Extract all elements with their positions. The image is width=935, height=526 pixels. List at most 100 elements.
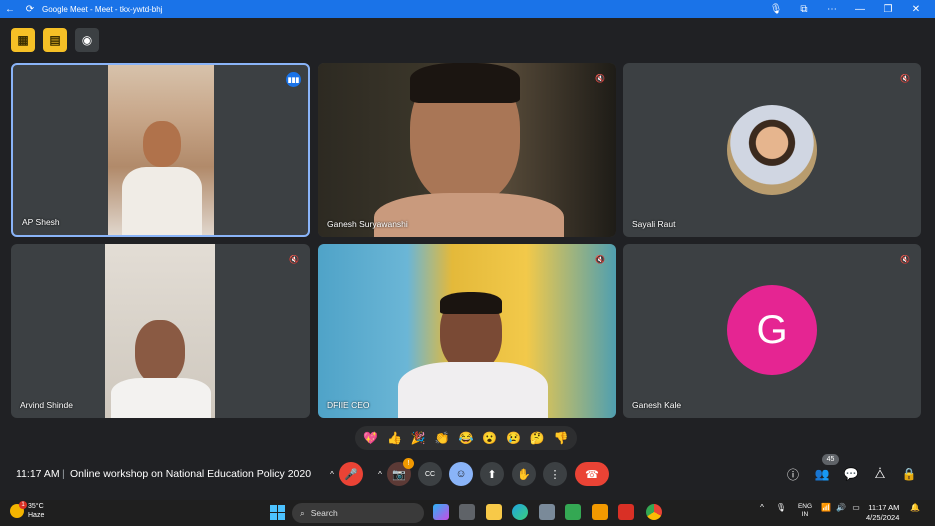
tray-overflow-icon[interactable]: ^ xyxy=(756,503,768,512)
host-controls-button[interactable]: 🔒 xyxy=(901,466,917,482)
audio-options-chevron[interactable]: ^ xyxy=(326,462,338,486)
camera-warning-badge: ! xyxy=(403,458,414,469)
mute-icon: 🔇 xyxy=(289,254,299,264)
weather-badge: 1 xyxy=(19,501,27,509)
participant-video xyxy=(318,244,616,418)
captions-button[interactable]: CC xyxy=(418,462,442,486)
reaction-thumbs-up-button[interactable]: 👍 xyxy=(384,431,406,445)
present-button[interactable]: ⬆ xyxy=(480,462,504,486)
participant-name: Sayali Raut xyxy=(632,219,676,229)
meeting-time: 11:17 AM xyxy=(16,468,60,480)
weather-text: Haze xyxy=(28,512,45,519)
volume-icon[interactable]: 🔊 xyxy=(835,503,847,512)
tool1-icon: ▦ xyxy=(17,33,29,47)
participant-tile-sayali-raut[interactable]: 🔇 Sayali Raut xyxy=(623,63,921,237)
taskbar-clock[interactable]: 11:17 AM 4/25/2024 xyxy=(866,503,899,523)
video-options-chevron[interactable]: ^ xyxy=(374,462,386,486)
mute-icon: 🔇 xyxy=(900,73,910,83)
eye-icon: ◉ xyxy=(81,33,93,47)
eye-button[interactable]: ◉ xyxy=(75,28,99,52)
tool2-button[interactable]: ▤ xyxy=(43,28,67,52)
participant-tile-ganesh-suryawanshi[interactable]: 🔇 Ganesh Suryawanshi xyxy=(318,63,616,237)
battery-icon[interactable]: ▭ xyxy=(850,503,862,512)
more-vert-icon: ⋮ xyxy=(549,468,561,481)
participant-tile-ap-shesh[interactable]: ▮▮▮ AP Shesh xyxy=(11,63,310,237)
chat-button[interactable]: 💬 xyxy=(843,466,859,482)
taskbar-search[interactable]: ⌕ Search xyxy=(292,503,424,523)
tray-mic-icon[interactable]: 🎙 xyxy=(775,503,787,512)
window-title: Google Meet - Meet - tkx-ywtd-bhj xyxy=(42,4,163,14)
region-text: IN xyxy=(801,511,809,518)
start-button[interactable] xyxy=(270,505,285,520)
more-options-button[interactable]: ⋮ xyxy=(543,462,567,486)
taskbar-app-chrome[interactable] xyxy=(646,504,662,520)
mute-icon: 🔇 xyxy=(595,254,605,264)
reaction-heart-button[interactable]: 💖 xyxy=(360,431,382,445)
activities-button[interactable]: ⧊ xyxy=(872,466,888,482)
reaction-thumbs-down-button[interactable]: 👎 xyxy=(550,431,572,445)
meeting-details-button[interactable]: ⓘ xyxy=(785,466,801,482)
reactions-bar: 💖 👍 🎉 👏 😂 😮 😢 🤔 👎 xyxy=(355,426,577,450)
reaction-surprised-button[interactable]: 😮 xyxy=(479,431,501,445)
meeting-separator: | xyxy=(62,468,65,480)
mic-permission-icon[interactable]: 🎙 xyxy=(763,0,789,18)
participant-tile-arvind-shinde[interactable]: 🔇 Arvind Shinde xyxy=(11,244,310,418)
window-titlebar: ← ⟳ Google Meet - Meet - tkx-ywtd-bhj 🎙 … xyxy=(0,0,935,18)
cast-icon[interactable]: ⧉ xyxy=(791,0,817,18)
weather-sun-icon: 1 xyxy=(10,501,27,518)
captions-icon: CC xyxy=(424,470,436,478)
emoji-button[interactable]: ☺ xyxy=(449,462,473,486)
participant-name: Ganesh Suryawanshi xyxy=(327,219,408,229)
search-icon: ⌕ xyxy=(300,507,305,518)
taskbar-app-edge[interactable] xyxy=(512,504,528,520)
clock-date: 4/25/2024 xyxy=(866,513,900,522)
more-options-icon[interactable]: ⋯ xyxy=(819,0,845,18)
refresh-icon[interactable]: ⟳ xyxy=(20,0,40,18)
taskbar-app-meet[interactable] xyxy=(565,504,581,520)
language-text: ENG xyxy=(797,503,813,510)
weather-widget[interactable]: 1 35°C Haze xyxy=(10,501,45,520)
search-placeholder: Search xyxy=(310,508,338,518)
reaction-laugh-button[interactable]: 😂 xyxy=(455,431,477,445)
camera-off-icon: 📷 xyxy=(392,468,406,481)
maximize-button[interactable]: ❐ xyxy=(875,0,901,18)
emoji-icon: ☺ xyxy=(455,468,467,480)
people-icon: 👥 xyxy=(814,467,830,481)
reaction-sad-button[interactable]: 😢 xyxy=(502,431,524,445)
present-icon: ⬆ xyxy=(487,468,497,481)
mic-off-icon: 🎤 xyxy=(344,468,358,481)
participant-avatar: G xyxy=(727,285,817,375)
camera-toggle-button[interactable]: 📷 ! xyxy=(387,458,414,486)
people-button[interactable]: 👥 xyxy=(814,466,830,482)
notification-bell-icon[interactable]: 🔔 xyxy=(909,503,921,512)
taskbar-app-task-view[interactable] xyxy=(459,504,475,520)
mic-toggle-button[interactable]: 🎤 xyxy=(339,462,363,486)
participant-avatar xyxy=(727,105,817,195)
taskbar-app-copilot[interactable] xyxy=(433,504,449,520)
participant-tile-ganesh-kale[interactable]: G 🔇 Ganesh Kale xyxy=(623,244,921,418)
tool2-icon: ▤ xyxy=(49,33,61,47)
end-call-button[interactable]: ☎ xyxy=(575,462,609,486)
raise-hand-button[interactable]: ✋ xyxy=(512,462,536,486)
wifi-icon[interactable]: 📶 xyxy=(820,503,832,512)
language-indicator[interactable]: ENG IN xyxy=(795,503,815,519)
minimize-button[interactable]: — xyxy=(847,0,873,18)
taskbar-app-app7[interactable] xyxy=(592,504,608,520)
participant-video xyxy=(318,63,616,237)
reaction-clap-button[interactable]: 👏 xyxy=(431,431,453,445)
back-icon[interactable]: ← xyxy=(0,0,20,18)
mute-icon: 🔇 xyxy=(595,73,605,83)
taskbar-app-app5[interactable] xyxy=(539,504,555,520)
hand-icon: ✋ xyxy=(517,468,531,481)
reaction-party-button[interactable]: 🎉 xyxy=(407,431,429,445)
taskbar-app-file-explorer[interactable] xyxy=(486,504,502,520)
participant-tile-dfiie-ceo[interactable]: 🔇 DFIIE CEO xyxy=(318,244,616,418)
meeting-title: Online workshop on National Education Po… xyxy=(70,468,312,480)
speaking-indicator-icon: ▮▮▮ xyxy=(286,72,301,87)
chat-icon: 💬 xyxy=(843,467,859,481)
taskbar-app-pdf[interactable] xyxy=(618,504,634,520)
tool1-button[interactable]: ▦ xyxy=(11,28,35,52)
reaction-thinking-button[interactable]: 🤔 xyxy=(526,431,548,445)
participant-name: DFIIE CEO xyxy=(327,400,370,410)
close-button[interactable]: ✕ xyxy=(903,0,929,18)
